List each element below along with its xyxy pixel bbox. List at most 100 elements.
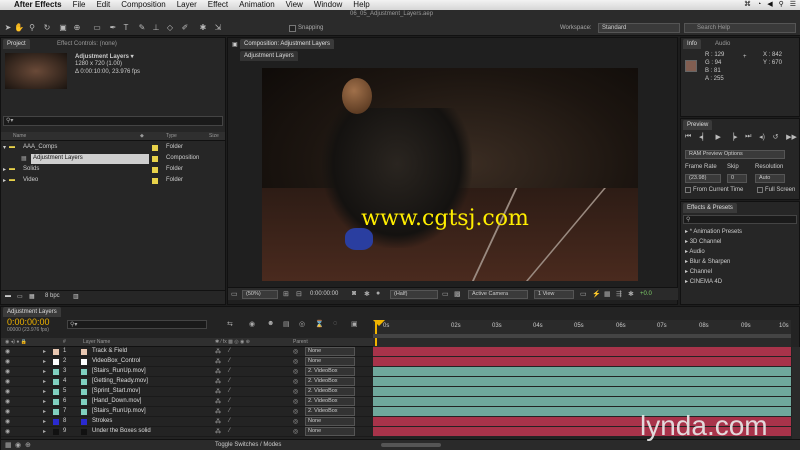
new-folder-icon[interactable]: ▭ bbox=[17, 293, 23, 300]
visibility-icon[interactable]: ◉ bbox=[5, 428, 10, 435]
layer-label-color[interactable] bbox=[53, 399, 59, 405]
region-of-interest-icon[interactable]: ▭ bbox=[442, 290, 449, 298]
parent-dropdown[interactable]: 2. VideoBox bbox=[305, 397, 355, 406]
interpret-footage-icon[interactable]: ▬ bbox=[5, 293, 11, 299]
layer-row[interactable]: ◉ ▸ 8 Strokes ⁂ ⁄ ◎ None bbox=[1, 417, 373, 427]
draft-3d-icon[interactable]: ◉ bbox=[249, 320, 255, 328]
menu-app[interactable]: After Effects bbox=[14, 0, 62, 10]
expand-icon[interactable]: ▸ bbox=[43, 358, 46, 365]
timeline-timecode[interactable]: 0:00:00:00 bbox=[7, 317, 50, 327]
comp-mini-flowchart-icon[interactable]: ⇆ bbox=[227, 320, 233, 328]
layer-label-color[interactable] bbox=[53, 379, 59, 385]
menu-view[interactable]: View bbox=[286, 0, 303, 10]
label-swatch[interactable] bbox=[152, 145, 158, 151]
visibility-icon[interactable]: ◉ bbox=[5, 348, 10, 355]
shy-switch-icon[interactable]: ⁂ bbox=[215, 408, 221, 415]
layer-row[interactable]: ◉ ▸ 1 Track & Field ⁂ ⁄ ◎ None bbox=[1, 347, 373, 357]
selected-item-name[interactable]: Adjustment Layers ▾ bbox=[75, 53, 134, 60]
wifi-icon[interactable]: ◔ bbox=[757, 0, 761, 10]
layer-row[interactable]: ◉ ▸ 9 Under the Boxes solid ⁂ ⁄ ◎ None bbox=[1, 427, 373, 437]
menu-edit[interactable]: Edit bbox=[96, 0, 110, 10]
menu-window[interactable]: Window bbox=[314, 0, 342, 10]
shy-switch-icon[interactable]: ⁂ bbox=[215, 418, 221, 425]
roto-tool-icon[interactable]: ✐ bbox=[180, 23, 190, 32]
toggle-switches-modes-button[interactable]: Toggle Switches / Modes bbox=[215, 442, 281, 448]
tab-audio[interactable]: Audio bbox=[711, 39, 734, 49]
composition-viewer[interactable]: www.cgtsj.com bbox=[262, 68, 638, 281]
lock-icon[interactable]: ▣ bbox=[232, 41, 238, 48]
zoom-slider[interactable] bbox=[381, 443, 441, 447]
timeline-icon[interactable]: ▦ bbox=[604, 290, 611, 298]
expand-icon[interactable]: ▸ bbox=[43, 418, 46, 425]
frame-blending-icon[interactable]: ▤ bbox=[283, 320, 290, 328]
label-swatch[interactable] bbox=[152, 178, 158, 184]
expand-icon[interactable]: ▸ bbox=[43, 398, 46, 405]
label-column-icon[interactable]: ◆ bbox=[140, 133, 144, 139]
shy-switch-icon[interactable]: ⁂ bbox=[215, 388, 221, 395]
expand-icon[interactable]: ▸ bbox=[3, 177, 6, 184]
quality-switch-icon[interactable]: ⁄ bbox=[229, 378, 230, 384]
graph-editor-icon[interactable]: ◌ bbox=[333, 320, 337, 327]
spotlight-icon[interactable]: ⚲ bbox=[779, 0, 784, 10]
project-item[interactable]: ▸ ▬ Solids Folder bbox=[1, 165, 225, 175]
transparency-grid-icon[interactable]: ▩ bbox=[454, 290, 461, 298]
tab-info[interactable]: Info bbox=[683, 39, 702, 49]
zoom-tool-icon[interactable]: ⚲ bbox=[27, 23, 37, 32]
volume-icon[interactable]: ◀ bbox=[767, 0, 772, 10]
project-item[interactable]: ▸ ▬ Video Folder bbox=[1, 176, 225, 186]
layer-label-color[interactable] bbox=[53, 349, 59, 355]
layer-name[interactable]: [Getting_Ready.mov] bbox=[92, 378, 148, 384]
eraser-tool-icon[interactable]: ◇ bbox=[165, 23, 175, 32]
visibility-icon[interactable]: ◉ bbox=[5, 378, 10, 385]
quality-switch-icon[interactable]: ⁄ bbox=[229, 358, 230, 364]
timeline-search-input[interactable]: ⚲▾ bbox=[67, 320, 207, 329]
expand-icon[interactable]: ▸ bbox=[43, 368, 46, 375]
effects-item[interactable]: ▸ * Animation Presets bbox=[685, 228, 742, 235]
visibility-icon[interactable]: ◉ bbox=[5, 398, 10, 405]
pickwhip-icon[interactable]: ◎ bbox=[293, 428, 298, 435]
pickwhip-icon[interactable]: ◎ bbox=[293, 388, 298, 395]
pickwhip-icon[interactable]: ◎ bbox=[293, 408, 298, 415]
safe-zones-icon[interactable]: ⊞ bbox=[283, 290, 289, 298]
trash-icon[interactable]: ▥ bbox=[73, 293, 79, 300]
tab-project[interactable]: Project bbox=[3, 39, 30, 49]
effects-search-input[interactable]: ⚲ bbox=[683, 215, 797, 224]
layer-duration-bar[interactable] bbox=[373, 377, 791, 386]
layer-name[interactable]: [Stairs_RunUp.mov] bbox=[92, 368, 146, 374]
visibility-icon[interactable]: ◉ bbox=[5, 418, 10, 425]
visibility-icon[interactable]: ◉ bbox=[5, 358, 10, 365]
layer-label-color[interactable] bbox=[53, 429, 59, 435]
layer-label-color[interactable] bbox=[53, 409, 59, 415]
expand-icon[interactable]: ▾ bbox=[3, 144, 6, 151]
brush-tool-icon[interactable]: ✎ bbox=[137, 23, 147, 32]
project-search-input[interactable]: ⚲▾ bbox=[3, 116, 223, 126]
camera-tool-icon[interactable]: ▣ bbox=[58, 23, 68, 32]
view-layout-dropdown[interactable]: 1 View bbox=[534, 290, 574, 299]
layer-label-color[interactable] bbox=[53, 359, 59, 365]
number-column[interactable]: # bbox=[63, 339, 66, 345]
label-swatch[interactable] bbox=[152, 167, 158, 173]
menu-effect[interactable]: Effect bbox=[208, 0, 228, 10]
effects-item[interactable]: ▸ Blur & Sharpen bbox=[685, 258, 730, 265]
shy-switch-icon[interactable]: ⁂ bbox=[215, 398, 221, 405]
pixel-aspect-icon[interactable]: ▭ bbox=[580, 290, 587, 298]
loop-icon[interactable]: ↺ bbox=[773, 133, 779, 142]
show-channel-icon[interactable]: ✱ bbox=[364, 290, 370, 298]
clone-tool-icon[interactable]: ⊥ bbox=[151, 23, 161, 32]
tab-effect-controls[interactable]: Effect Controls: (none) bbox=[53, 39, 121, 49]
visibility-icon[interactable]: ◉ bbox=[5, 408, 10, 415]
current-time[interactable]: 0:00:00:00 bbox=[310, 291, 338, 297]
tab-timeline[interactable]: Adjustment Layers bbox=[3, 307, 61, 317]
menu-animation[interactable]: Animation bbox=[239, 0, 275, 10]
effects-item[interactable]: ▸ CINEMA 4D bbox=[685, 278, 722, 285]
camera-dropdown[interactable]: Active Camera bbox=[468, 290, 528, 299]
layer-name[interactable]: [Stairs_RunUp.mov] bbox=[92, 408, 146, 414]
frame-rate-dropdown[interactable]: (23.98) bbox=[685, 174, 721, 183]
effects-item[interactable]: ▸ Audio bbox=[685, 248, 705, 255]
puppet-tool-icon[interactable]: ✱ bbox=[198, 23, 208, 32]
from-current-checkbox[interactable] bbox=[685, 187, 691, 193]
tab-preview[interactable]: Preview bbox=[683, 120, 713, 130]
magnification-dropdown[interactable]: (50%) bbox=[242, 290, 278, 299]
parent-dropdown[interactable]: None bbox=[305, 427, 355, 436]
parent-dropdown[interactable]: None bbox=[305, 347, 355, 356]
